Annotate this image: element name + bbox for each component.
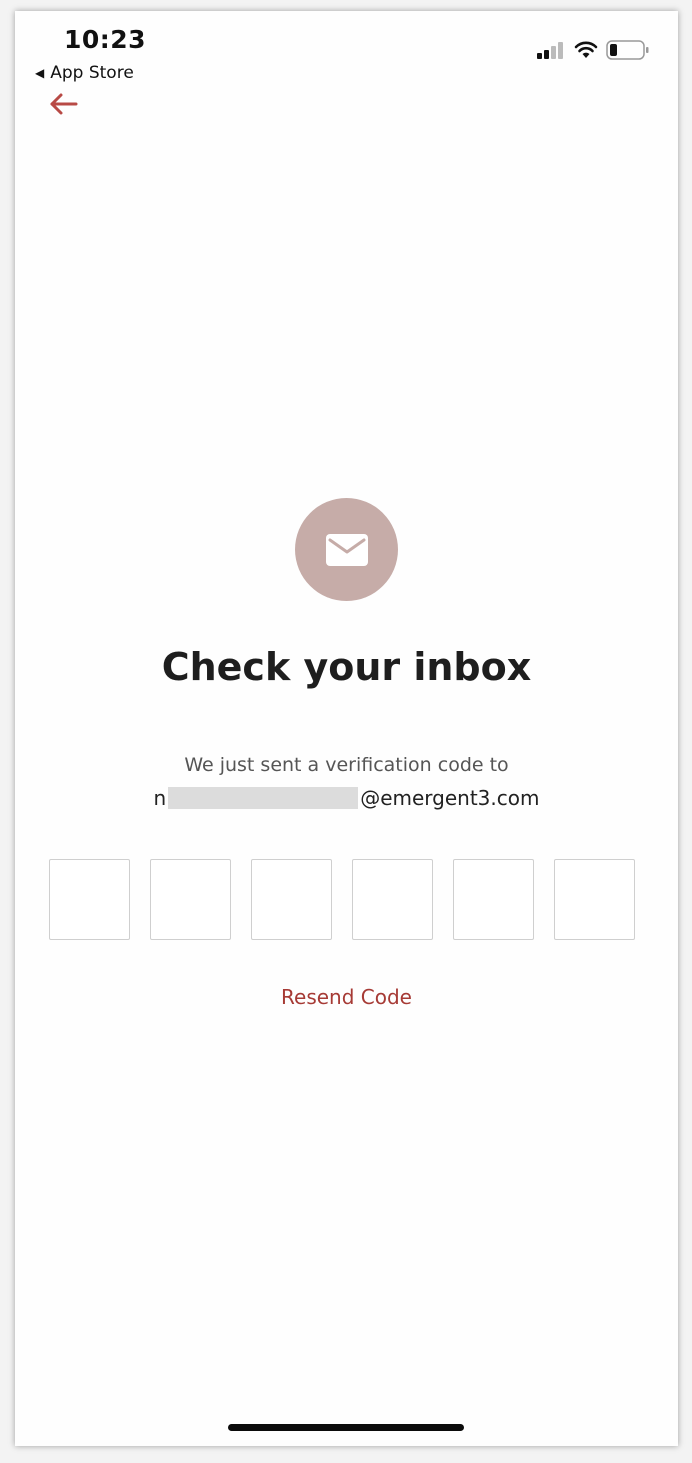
mail-icon-badge [295,498,398,601]
phone-screen: 10:23 ◀ App Store Check your inbox We ju… [15,11,678,1446]
email-prefix: n [153,786,167,810]
cellular-signal-icon [537,42,563,59]
code-digit-5-input[interactable] [453,859,534,940]
code-digit-6-input[interactable] [554,859,635,940]
mail-icon [325,533,368,566]
code-digit-2-input[interactable] [150,859,231,940]
verification-message: We just sent a verification code to [184,754,509,776]
recipient-email: n @emergent3.com [15,786,678,810]
arrow-left-icon[interactable] [49,91,79,117]
email-suffix: @emergent3.com [360,786,540,810]
back-app-label: App Store [50,63,134,83]
back-triangle-icon: ◀ [35,66,45,80]
page-title: Check your inbox [161,645,532,689]
battery-icon [606,40,649,60]
code-digit-4-input[interactable] [352,859,433,940]
redacted-block [168,787,359,809]
status-time: 10:23 [64,25,147,54]
code-digit-3-input[interactable] [251,859,332,940]
verification-code-inputs [49,859,635,940]
home-indicator[interactable] [228,1424,464,1431]
code-digit-1-input[interactable] [49,859,130,940]
resend-code-link[interactable]: Resend Code [15,985,678,1009]
wifi-icon [574,41,598,58]
status-icons [536,40,650,60]
back-to-app-store-link[interactable]: ◀ App Store [35,63,134,83]
